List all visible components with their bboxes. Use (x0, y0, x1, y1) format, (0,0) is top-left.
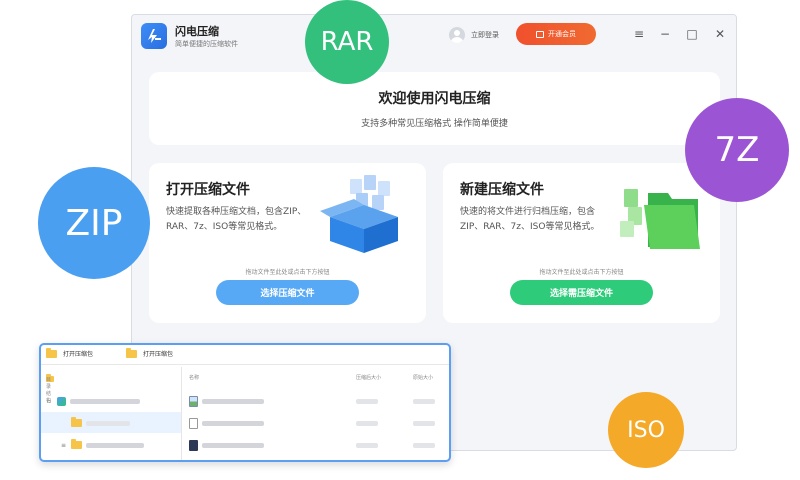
compressed-size-cell (356, 443, 378, 448)
open-archive-drag-hint: 拖动文件至此处或点击下方按钮 (245, 269, 330, 276)
file-row[interactable] (189, 413, 264, 433)
green-folder-illustration-icon (620, 189, 700, 249)
create-archive-title: 新建压缩文件 (460, 182, 544, 198)
user-avatar-icon[interactable] (449, 27, 465, 43)
explorer-tab-label: 打开压缩包 (63, 351, 94, 358)
open-archive-title: 打开压缩文件 (166, 182, 250, 198)
7z-badge: 7Z (685, 98, 789, 202)
compressed-size-cell (356, 421, 378, 426)
archive-explorer-window: 打开压缩包 打开压缩包 目录结构 名称 压缩后大小 原始大小 ▫ ≡ (39, 343, 451, 462)
folder-icon (71, 417, 82, 427)
file-name (202, 442, 264, 448)
welcome-title: 欢迎使用闪电压缩 (378, 91, 491, 107)
gift-icon (536, 30, 544, 38)
compressed-size-column-header: 压缩后大小 (356, 375, 382, 381)
login-link[interactable]: 立即登录 (471, 30, 499, 40)
explorer-divider (181, 367, 182, 460)
open-box-illustration-icon (320, 175, 398, 253)
explorer-tab-label: 打开压缩包 (143, 351, 174, 358)
tree-row[interactable] (71, 413, 130, 433)
tree-row[interactable]: ▫ (47, 391, 140, 411)
tree-item-label (70, 398, 140, 404)
expand-icon[interactable]: ≡ (61, 442, 67, 449)
minimize-button[interactable]: − (658, 27, 672, 41)
select-archive-button[interactable]: 选择压缩文件 (216, 280, 359, 305)
vip-button-label: 开通会员 (548, 30, 576, 38)
original-size-column-header: 原始大小 (413, 375, 434, 381)
original-size-cell (413, 421, 435, 426)
welcome-subtitle: 支持多种常见压缩格式 操作简单便捷 (361, 119, 508, 129)
file-name (202, 420, 264, 426)
explorer-tab-1[interactable]: 打开压缩包 (46, 347, 94, 358)
app-logo-icon (141, 23, 167, 49)
create-archive-drag-hint: 拖动文件至此处或点击下方按钮 (539, 269, 624, 276)
create-archive-card[interactable]: 新建压缩文件 快速的将文件进行归档压缩，包含ZIP、RAR、7z、ISO等常见格… (443, 163, 720, 323)
image-file-icon (189, 395, 198, 407)
select-files-button[interactable]: 选择需压缩文件 (510, 280, 653, 305)
open-archive-description: 快速提取各种压缩文档，包含ZIP、RAR、7z、ISO等常见格式。 (166, 207, 307, 232)
folder-icon (71, 439, 82, 449)
rar-badge: RAR (305, 0, 389, 84)
archive-icon (57, 396, 66, 406)
video-file-icon (189, 439, 198, 451)
name-column-header: 名称 (189, 375, 200, 381)
promo-stage: 闪电压缩 简单便捷的压缩软件 立即登录 开通会员 ≡ − □ ✕ 欢迎使用闪电压… (0, 0, 800, 480)
tree-item-label (86, 420, 130, 426)
folder-icon (126, 347, 137, 358)
app-name: 闪电压缩 (175, 25, 219, 38)
original-size-cell (413, 399, 435, 404)
tree-item-label (86, 442, 144, 448)
explorer-tab-2[interactable]: 打开压缩包 (126, 347, 174, 358)
open-archive-card[interactable]: 打开压缩文件 快速提取各种压缩文档，包含ZIP、RAR、7z、ISO等常见格式。… (149, 163, 426, 323)
vip-button[interactable]: 开通会员 (516, 23, 596, 45)
collapse-icon[interactable]: ▫ (47, 398, 53, 405)
file-row[interactable] (189, 435, 264, 455)
file-name (202, 398, 264, 404)
menu-icon[interactable]: ≡ (632, 27, 646, 41)
zip-badge: ZIP (38, 167, 150, 279)
iso-badge: ISO (608, 392, 684, 468)
original-size-cell (413, 443, 435, 448)
document-file-icon (189, 417, 198, 429)
explorer-column-headers: 目录结构 名称 压缩后大小 原始大小 (41, 372, 449, 404)
maximize-button[interactable]: □ (685, 27, 699, 41)
welcome-panel: 欢迎使用闪电压缩 支持多种常见压缩格式 操作简单便捷 (149, 72, 720, 145)
title-bar: 闪电压缩 简单便捷的压缩软件 立即登录 开通会员 ≡ − □ ✕ (132, 15, 736, 59)
tree-row[interactable]: ≡ (61, 435, 144, 455)
explorer-tabs: 打开压缩包 打开压缩包 (41, 345, 449, 365)
compressed-size-cell (356, 399, 378, 404)
file-row[interactable] (189, 391, 264, 411)
folder-icon (46, 347, 57, 358)
close-button[interactable]: ✕ (713, 27, 727, 41)
app-subtitle: 简单便捷的压缩软件 (175, 40, 238, 48)
create-archive-description: 快速的将文件进行归档压缩，包含ZIP、RAR、7z、ISO等常见格式。 (460, 207, 600, 232)
